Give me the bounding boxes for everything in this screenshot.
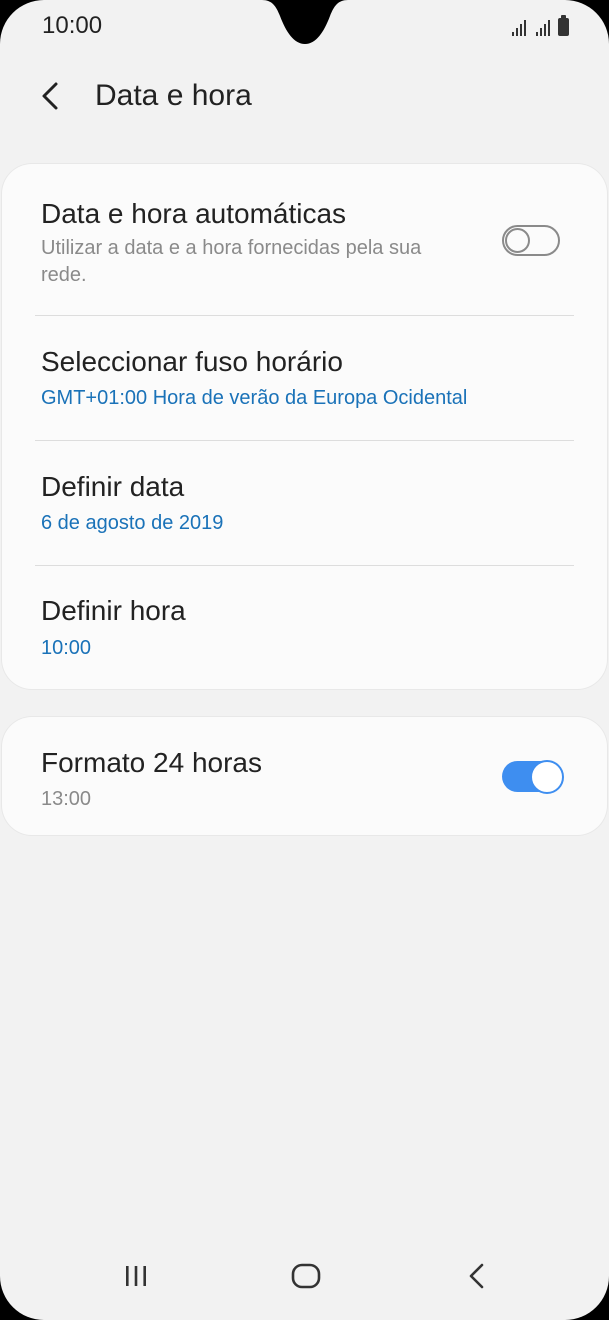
- screen: 10:00 Data e hora Data e hora automática…: [0, 0, 609, 1320]
- status-icons: [512, 12, 569, 36]
- chevron-left-icon[interactable]: [40, 76, 68, 116]
- auto-datetime-toggle[interactable]: [502, 225, 560, 256]
- status-time: 10:00: [42, 12, 103, 39]
- format-24h-toggle[interactable]: [502, 760, 564, 794]
- auto-datetime-row[interactable]: Data e hora automáticas Utilizar a data …: [2, 164, 607, 316]
- signal-icon: [536, 18, 550, 36]
- app-header: Data e hora: [40, 76, 252, 116]
- toggle-knob: [505, 228, 530, 253]
- auto-datetime-title: Data e hora automáticas: [41, 198, 347, 229]
- camera-notch: [262, 0, 348, 44]
- home-icon[interactable]: [290, 1262, 322, 1295]
- timezone-value: GMT+01:00 Hora de verão da Europa Ociden…: [41, 387, 468, 409]
- page-title: Data e hora: [95, 79, 252, 112]
- toggle-knob: [530, 760, 564, 794]
- back-icon[interactable]: [465, 1262, 489, 1295]
- set-time-title: Definir hora: [41, 595, 186, 626]
- set-time-value: 10:00: [41, 637, 92, 659]
- recent-apps-icon[interactable]: [122, 1262, 150, 1295]
- timezone-row[interactable]: Seleccionar fuso horário GMT+01:00 Hora …: [2, 316, 607, 440]
- signal-icon: [512, 18, 526, 36]
- settings-card-datetime: Data e hora automáticas Utilizar a data …: [2, 164, 607, 689]
- timezone-title: Seleccionar fuso horário: [41, 346, 343, 377]
- set-time-row[interactable]: Definir hora 10:00: [2, 566, 607, 689]
- format-24h-title: Formato 24 horas: [41, 747, 262, 778]
- set-date-value: 6 de agosto de 2019: [41, 512, 224, 534]
- set-date-title: Definir data: [41, 471, 185, 502]
- format-24h-value: 13:00: [41, 788, 92, 810]
- settings-card-format: Formato 24 horas 13:00: [2, 717, 607, 835]
- auto-datetime-subtitle-line1: Utilizar a data e a hora fornecidas pela…: [41, 237, 422, 259]
- auto-datetime-subtitle-line2: rede.: [41, 264, 87, 286]
- format-24h-row[interactable]: Formato 24 horas 13:00: [2, 717, 607, 835]
- battery-icon: [558, 15, 569, 36]
- set-date-row[interactable]: Definir data 6 de agosto de 2019: [2, 441, 607, 565]
